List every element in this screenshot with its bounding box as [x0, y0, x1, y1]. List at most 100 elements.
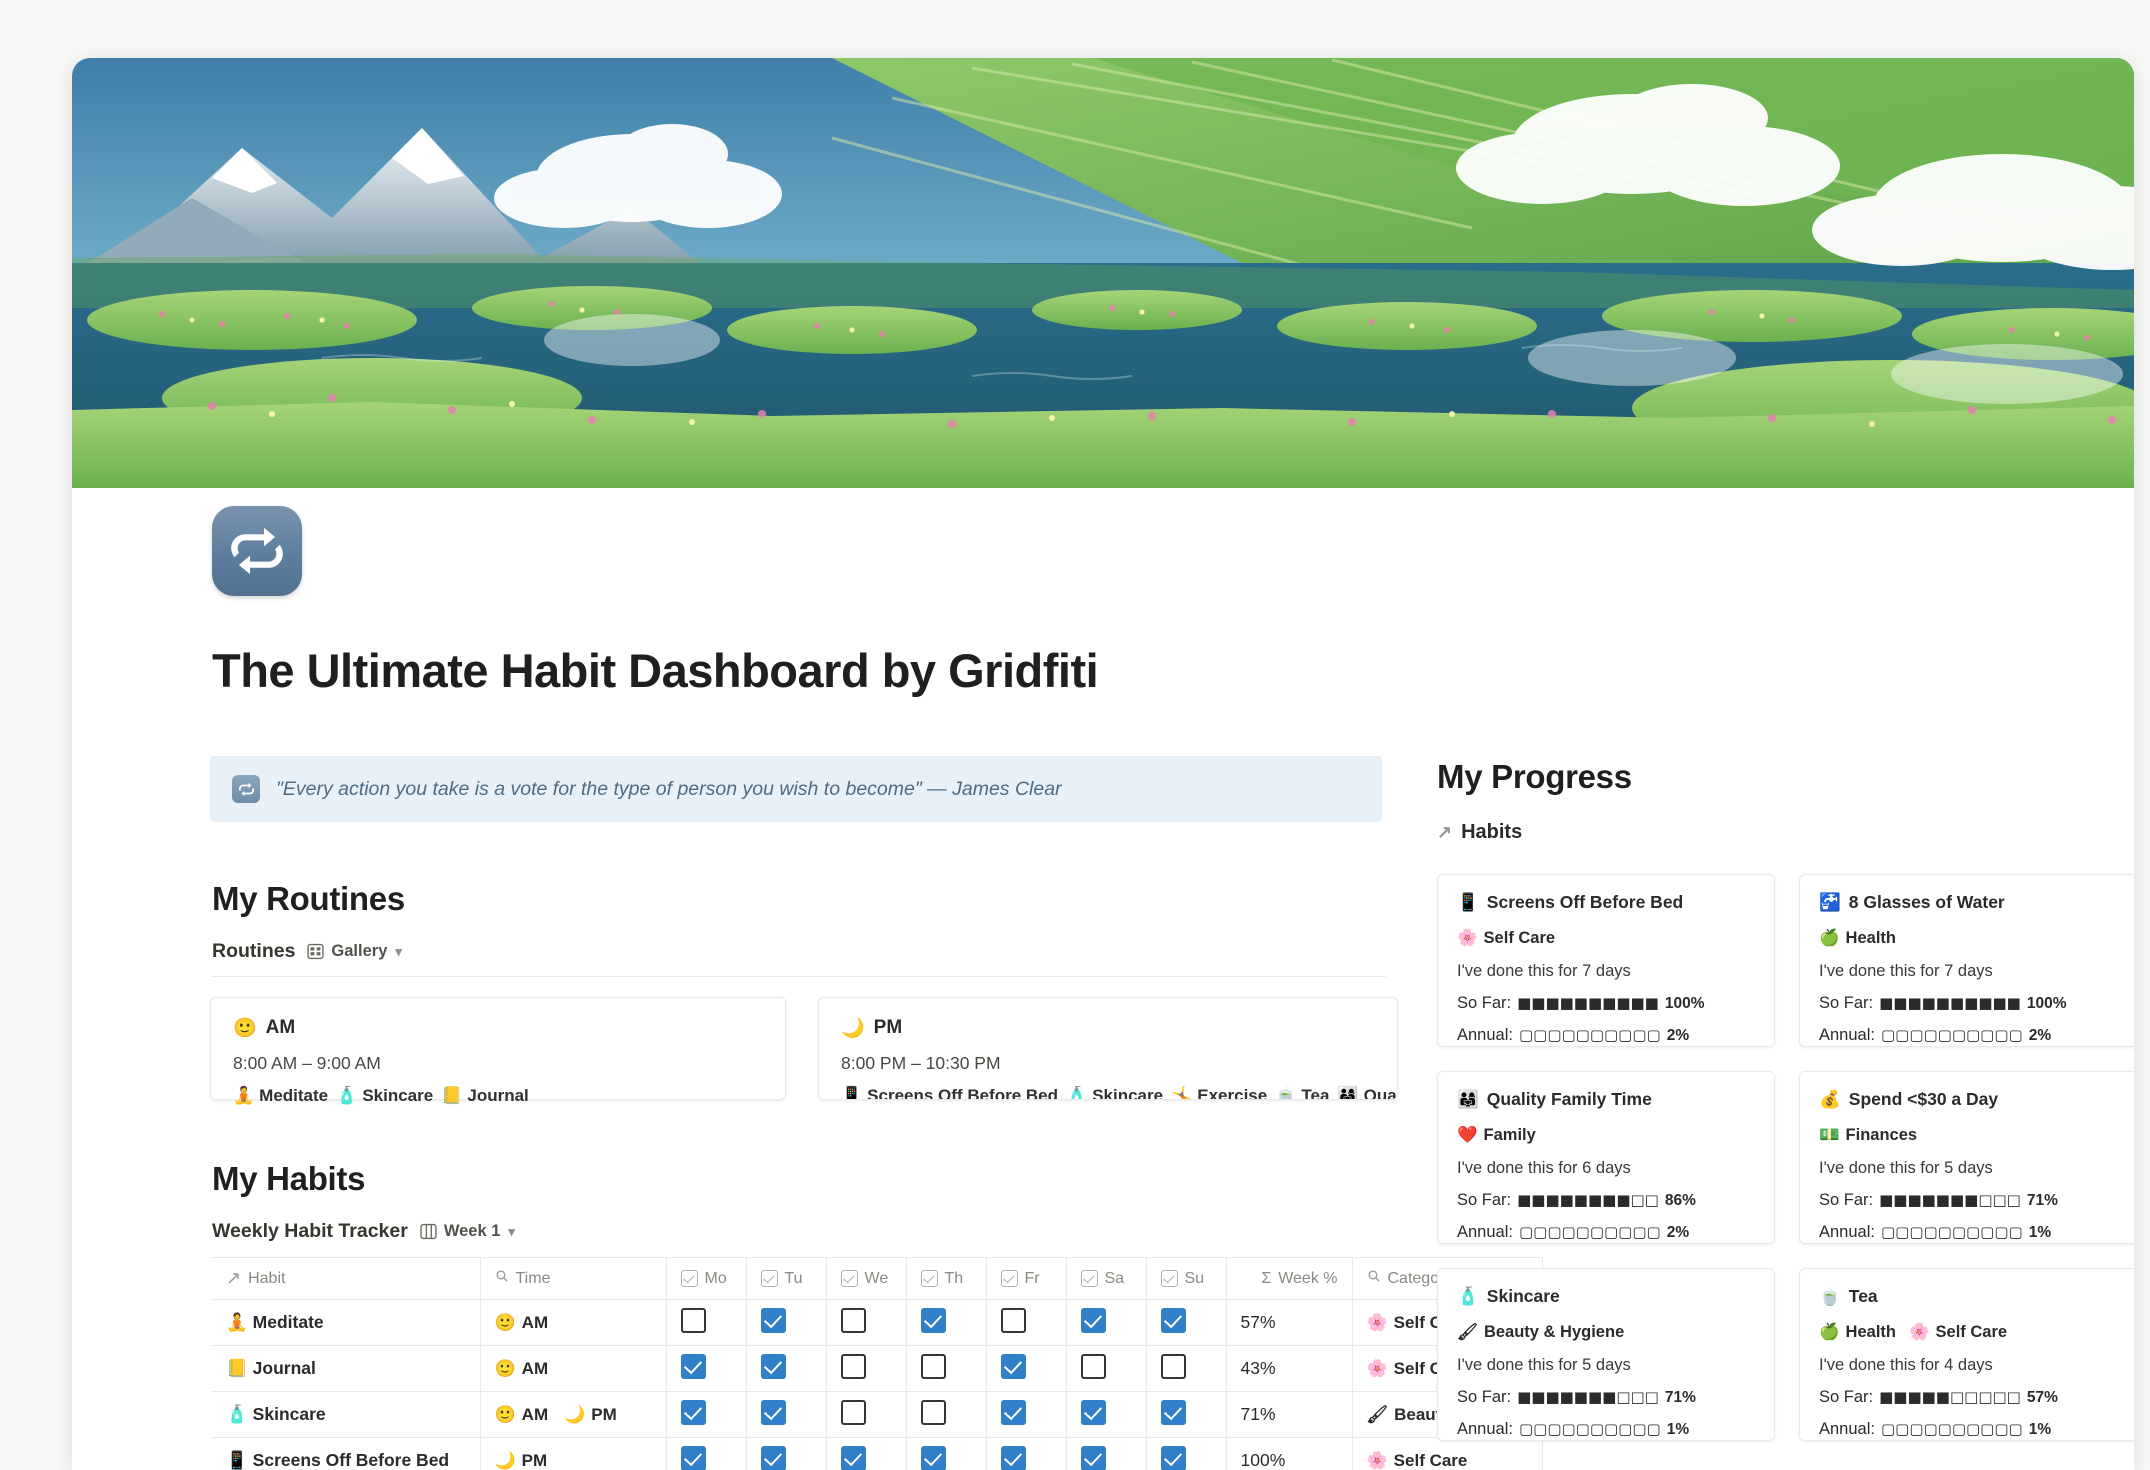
checkbox-unchecked-icon[interactable] [920, 1399, 946, 1425]
checkbox-checked-icon[interactable] [680, 1399, 706, 1425]
table-row[interactable]: 🧴 Skincare🙂AM🌙PM71%🖌Beauty & H [212, 1391, 1543, 1438]
progress-card[interactable]: 🧴 Skincare 🖌 Beauty & Hygiene I've done this… [1437, 1268, 1775, 1441]
checkbox-checked-icon[interactable] [760, 1399, 786, 1425]
column-header-mo[interactable]: Mo [666, 1257, 747, 1300]
day-checkbox-cell[interactable] [986, 1391, 1067, 1438]
checkbox-checked-icon[interactable] [840, 1445, 866, 1470]
habit-name-cell[interactable]: 🧴 Skincare [212, 1391, 481, 1438]
habit-name-cell[interactable]: 🧘 Meditate [212, 1299, 481, 1346]
column-header-fr[interactable]: Fr [986, 1257, 1067, 1300]
day-checkbox-cell[interactable] [906, 1345, 987, 1392]
habits-view-selector[interactable]: Week 1 ▾ [420, 1222, 515, 1241]
day-checkbox-cell[interactable] [1066, 1437, 1147, 1470]
checkbox-unchecked-icon[interactable] [1000, 1307, 1026, 1333]
day-checkbox-cell[interactable] [666, 1345, 747, 1392]
day-checkbox-cell[interactable] [1066, 1299, 1147, 1346]
progress-card[interactable]: 🚰 8 Glasses of Water 🍏 Health I've done this… [1799, 874, 2134, 1047]
table-row[interactable]: 📱 Screens Off Before Bed 🌙 PM 100% 🌸 Self Car… [212, 1437, 1543, 1470]
progress-card-title: 🚰 8 Glasses of Water [1819, 892, 2117, 913]
so-far-blocks: ■■■■■■■□□□ [1879, 1191, 2021, 1209]
page-icon[interactable] [212, 506, 302, 596]
day-checkbox-cell[interactable] [746, 1391, 827, 1438]
column-header-sa[interactable]: Sa [1066, 1257, 1147, 1300]
day-checkbox-cell[interactable] [906, 1391, 987, 1438]
column-header-th[interactable]: Th [906, 1257, 987, 1300]
progress-card[interactable]: 🍵 Tea 🍏 Health 🌸 Self Care I've done this for … [1799, 1268, 2134, 1441]
day-checkbox-cell[interactable] [986, 1345, 1067, 1392]
day-checkbox-cell[interactable] [746, 1299, 827, 1346]
day-checkbox-cell[interactable] [666, 1299, 747, 1346]
column-header-week-pct[interactable]: Σ Week % [1226, 1257, 1353, 1300]
day-checkbox-cell[interactable] [666, 1391, 747, 1438]
checkbox-checked-icon[interactable] [1080, 1307, 1106, 1333]
routines-view-selector[interactable]: Gallery ▾ [307, 942, 402, 961]
checkbox-checked-icon[interactable] [760, 1353, 786, 1379]
habits-link-label: Habits [1461, 821, 1523, 843]
day-checkbox-cell[interactable] [986, 1437, 1067, 1470]
checkbox-checked-icon[interactable] [1000, 1399, 1026, 1425]
checkbox-checked-icon[interactable] [760, 1445, 786, 1470]
checkbox-unchecked-icon[interactable] [920, 1353, 946, 1379]
table-header-row: ↗ Habit Time Mo Tu We Th Fr Sa Su Σ Week… [212, 1257, 1543, 1300]
checkbox-checked-icon[interactable] [1000, 1353, 1026, 1379]
checkbox-checked-icon[interactable] [1160, 1307, 1186, 1333]
checkbox-unchecked-icon[interactable] [840, 1399, 866, 1425]
day-checkbox-cell[interactable] [826, 1391, 907, 1438]
checkbox-checked-icon[interactable] [1160, 1399, 1186, 1425]
habit-name-cell[interactable]: 📱 Screens Off Before Bed [212, 1437, 481, 1470]
column-header-we[interactable]: We [826, 1257, 907, 1300]
day-checkbox-cell[interactable] [826, 1437, 907, 1470]
day-checkbox-cell[interactable] [986, 1299, 1067, 1346]
column-header-su[interactable]: Su [1146, 1257, 1227, 1300]
table-row[interactable]: 📒 Journal 🙂 AM 43% 🌸 Self Care [212, 1345, 1543, 1392]
checkbox-checked-icon[interactable] [920, 1307, 946, 1333]
progress-card[interactable]: 👨‍👩‍👧 Quality Family Time ❤️ Family I've don… [1437, 1071, 1775, 1244]
day-checkbox-cell[interactable] [906, 1299, 987, 1346]
progress-card[interactable]: 💰 Spend <$30 a Day 💵 Finances I've done this… [1799, 1071, 2134, 1244]
day-checkbox-cell[interactable] [1066, 1391, 1147, 1438]
time-cell[interactable]: 🌙 PM [480, 1437, 667, 1470]
checkbox-unchecked-icon[interactable] [840, 1353, 866, 1379]
category-cell[interactable]: 🌸 Self Care [1352, 1437, 1543, 1470]
day-checkbox-cell[interactable] [1066, 1345, 1147, 1392]
progress-card-label: Spend <$30 a Day [1848, 1089, 1999, 1109]
day-checkbox-cell[interactable] [746, 1437, 827, 1470]
day-checkbox-cell[interactable] [906, 1437, 987, 1470]
checkbox-checked-icon[interactable] [680, 1445, 706, 1470]
day-checkbox-cell[interactable] [1146, 1345, 1227, 1392]
checkbox-checked-icon[interactable] [1080, 1445, 1106, 1470]
checkbox-unchecked-icon[interactable] [680, 1307, 706, 1333]
notion-page: The Ultimate Habit Dashboard by Gridfiti… [72, 58, 2134, 1470]
day-checkbox-cell[interactable] [1146, 1437, 1227, 1470]
column-header-tu[interactable]: Tu [746, 1257, 827, 1300]
so-far-label: So Far: [1819, 1191, 1874, 1209]
habit-name-cell[interactable]: 📒 Journal [212, 1345, 481, 1392]
checkbox-unchecked-icon[interactable] [1080, 1353, 1106, 1379]
time-cell[interactable]: 🙂 AM 🌙 PM [480, 1391, 667, 1438]
routine-card-am[interactable]: 🙂 AM 8:00 AM – 9:00 AM 🧘 Meditate 🧴 Skinca… [210, 997, 786, 1106]
column-header-time[interactable]: Time [480, 1257, 667, 1300]
day-checkbox-cell[interactable] [746, 1345, 827, 1392]
habits-link[interactable]: ↗ Habits [1437, 821, 2134, 844]
checkbox-checked-icon[interactable] [1160, 1445, 1186, 1470]
column-header-habit[interactable]: ↗ Habit [212, 1257, 481, 1300]
progress-card-categories: 🍏 Health 🌸 Self Care [1819, 1322, 2117, 1342]
time-cell[interactable]: 🙂 AM [480, 1345, 667, 1392]
checkbox-checked-icon[interactable] [920, 1445, 946, 1470]
checkbox-checked-icon[interactable] [1000, 1445, 1026, 1470]
routine-card-pm[interactable]: 🌙 PM 8:00 PM – 10:30 PM 📱 Screens Off Bef… [818, 997, 1398, 1100]
day-checkbox-cell[interactable] [1146, 1391, 1227, 1438]
day-checkbox-cell[interactable] [826, 1299, 907, 1346]
day-checkbox-cell[interactable] [1146, 1299, 1227, 1346]
annual-blocks: ▢▢▢▢▢▢▢▢▢▢ [1518, 1026, 1661, 1044]
checkbox-checked-icon[interactable] [760, 1307, 786, 1333]
checkbox-unchecked-icon[interactable] [1160, 1353, 1186, 1379]
progress-card[interactable]: 📱 Screens Off Before Bed 🌸 Self Care I've do… [1437, 874, 1775, 1047]
checkbox-checked-icon[interactable] [680, 1353, 706, 1379]
table-row[interactable]: 🧘 Meditate 🙂 AM 57% 🌸 Self Care [212, 1299, 1543, 1346]
day-checkbox-cell[interactable] [666, 1437, 747, 1470]
day-checkbox-cell[interactable] [826, 1345, 907, 1392]
time-cell[interactable]: 🙂 AM [480, 1299, 667, 1346]
checkbox-unchecked-icon[interactable] [840, 1307, 866, 1333]
checkbox-checked-icon[interactable] [1080, 1399, 1106, 1425]
